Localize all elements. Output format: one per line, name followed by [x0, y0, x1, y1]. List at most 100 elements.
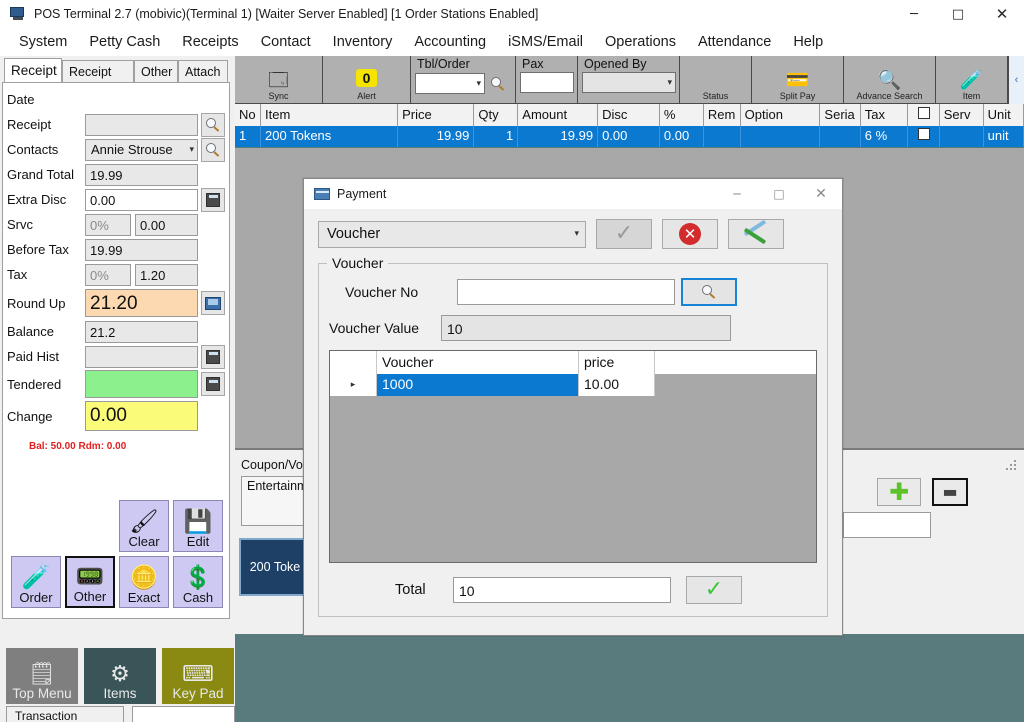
order-button-label: Order — [19, 590, 53, 605]
split-pay-button[interactable]: 💳 Split Pay — [752, 56, 844, 103]
total-input[interactable]: 10 — [453, 577, 671, 603]
table-row[interactable]: 1 200 Tokens 19.99 1 19.99 0.00 0.00 6 %… — [235, 126, 1024, 147]
transaction-remark-button[interactable]: Transaction Remark — [6, 706, 125, 722]
resize-grip[interactable] — [1006, 460, 1018, 472]
change-value: 0.00 — [85, 401, 198, 431]
advance-search-button[interactable]: 🔍 Advance Search — [844, 56, 936, 103]
wallet-icon: 💳 — [785, 70, 810, 91]
items-label: Items — [103, 686, 137, 701]
cell-amount: 19.99 — [518, 126, 599, 147]
payment-cancel-button[interactable]: ✕ — [662, 219, 718, 249]
payment-method-row: Voucher ▾ ✓ ✕ — [318, 219, 828, 249]
menu-item-operations[interactable]: Operations — [594, 31, 687, 53]
extra-disc-calculator-button[interactable] — [201, 187, 225, 212]
calculator-icon — [206, 192, 220, 207]
tendered-input[interactable] — [85, 370, 198, 398]
tbl-order-search-button[interactable] — [485, 72, 510, 95]
field-row-tendered: Tendered — [7, 369, 225, 399]
tbl-order-dropdown[interactable]: ▾ — [415, 73, 485, 94]
paid-hist-calculator-button[interactable] — [201, 344, 225, 369]
item-button[interactable]: 🧪 Item — [936, 56, 1008, 103]
field-row-extra-disc: Extra Disc 0.00 — [7, 187, 225, 212]
menu-item-petty-cash[interactable]: Petty Cash — [78, 31, 171, 53]
tab-other[interactable]: Other — [134, 60, 178, 82]
transaction-remark-input[interactable] — [132, 706, 235, 722]
opened-by-dropdown[interactable]: ▾ — [582, 72, 676, 93]
minimize-button[interactable]: ─ — [892, 0, 936, 28]
voucher-apply-button[interactable]: ✓ — [686, 576, 742, 604]
menu-item-attendance[interactable]: Attendance — [687, 31, 782, 53]
voucher-no-input[interactable] — [457, 279, 675, 305]
table-row[interactable]: ▸ 1000 10.00 — [330, 374, 816, 396]
collapse-panel-button[interactable]: ‹ — [1008, 56, 1024, 104]
col-no: No — [235, 104, 262, 126]
cell-rem — [704, 126, 741, 147]
voucher-search-button[interactable] — [681, 278, 737, 306]
chevron-down-icon: ▾ — [667, 77, 672, 88]
col-option: Option — [741, 104, 821, 126]
payment-method-dropdown[interactable]: Voucher ▾ — [318, 220, 586, 248]
menu-item-contact[interactable]: Contact — [250, 31, 322, 53]
exact-button[interactable]: 🪙 Exact — [119, 556, 169, 608]
menu-item-isms-email[interactable]: iSMS/Email — [497, 31, 594, 53]
tab-receipt[interactable]: Receipt — [4, 58, 62, 82]
payment-minimize-button[interactable]: ─ — [716, 179, 758, 209]
status-button[interactable]: Status — [680, 56, 752, 103]
tendered-calculator-button[interactable] — [201, 372, 225, 396]
add-button[interactable]: ✚ — [877, 478, 921, 506]
payment-close-button[interactable]: ✕ — [800, 179, 842, 209]
menu-item-inventory[interactable]: Inventory — [322, 31, 404, 53]
receipt-tabs: Receipt Receipt Info Other Attach — [2, 58, 235, 97]
order-button[interactable]: 🧪 Order — [11, 556, 61, 608]
voucher-total-row: Total 10 ✓ — [329, 576, 817, 604]
key-pad-tile[interactable]: ⌨ Key Pad — [162, 648, 234, 704]
payment-window-controls: ─ □ ✕ — [716, 179, 842, 209]
search-icon — [490, 76, 505, 91]
cell-check[interactable] — [908, 126, 940, 147]
opened-by-label: Opened By — [584, 57, 647, 71]
col-pct: % — [660, 104, 704, 126]
menu-item-system[interactable]: System — [8, 31, 78, 53]
before-tax-value: 19.99 — [85, 238, 198, 261]
field-row-grand-total: Grand Total 19.99 — [7, 162, 225, 187]
extra-disc-label: Extra Disc — [7, 192, 67, 207]
pax-input[interactable] — [520, 72, 574, 93]
menu-item-accounting[interactable]: Accounting — [403, 31, 497, 53]
save-disk-icon: 💾 — [183, 508, 213, 534]
chevron-down-icon: ▾ — [189, 144, 194, 155]
notes-icon: 🗒 — [28, 661, 56, 686]
payment-confirm-button[interactable]: ✓ — [596, 219, 652, 249]
close-button[interactable]: ✕ — [980, 0, 1024, 28]
col-unit: Unit — [984, 104, 1024, 126]
cash-button[interactable]: 💲 Cash — [173, 556, 223, 608]
contacts-dropdown[interactable]: Annie Strouse ▾ — [85, 138, 198, 161]
receipt-input[interactable] — [85, 113, 198, 136]
top-menu-tile[interactable]: 🗒 Top Menu — [6, 648, 78, 704]
items-tile[interactable]: ⚙ Items — [84, 648, 156, 704]
quantity-input[interactable] — [843, 512, 931, 538]
payment-icon — [314, 188, 330, 200]
col-tax: Tax — [861, 104, 909, 126]
maximize-button[interactable]: □ — [936, 0, 980, 28]
edit-button[interactable]: 💾 Edit — [173, 500, 223, 552]
remove-button[interactable]: ▬ — [932, 478, 968, 506]
sync-button[interactable]: 🗔 Sync — [235, 56, 323, 103]
menu-item-help[interactable]: Help — [782, 31, 834, 53]
round-up-display-button[interactable] — [201, 291, 225, 315]
clear-button[interactable]: 🖌 Clear — [119, 500, 169, 552]
contacts-search-button[interactable] — [201, 137, 225, 162]
product-tile-200-tokens[interactable]: 200 Toke — [239, 538, 311, 596]
tab-attach[interactable]: Attach — [178, 60, 228, 82]
alert-button[interactable]: 0 Alert — [323, 56, 411, 103]
receipt-search-button[interactable] — [201, 112, 225, 137]
payment-maximize-button[interactable]: □ — [758, 179, 800, 209]
tab-receipt-info[interactable]: Receipt Info — [62, 60, 134, 97]
other-button[interactable]: 📟 Other — [65, 556, 115, 608]
main-menu-bar: System Petty Cash Receipts Contact Inven… — [0, 28, 1024, 56]
payment-settings-button[interactable] — [728, 219, 784, 249]
checkbox-icon — [917, 128, 930, 140]
voucher-value-input[interactable]: 10 — [441, 315, 731, 341]
menu-item-receipts[interactable]: Receipts — [171, 31, 249, 53]
cell-item: 200 Tokens — [261, 126, 399, 147]
extra-disc-input[interactable]: 0.00 — [85, 188, 198, 211]
